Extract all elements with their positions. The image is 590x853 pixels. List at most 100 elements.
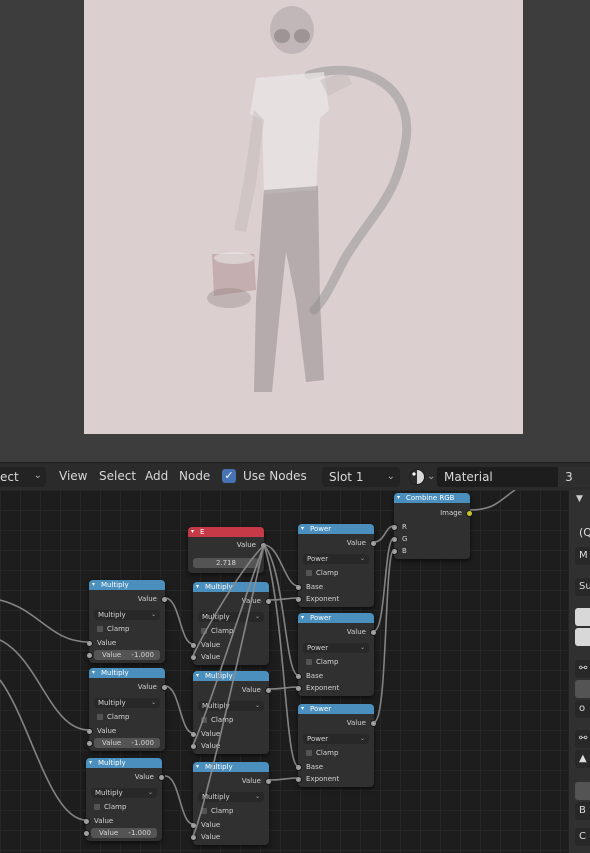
sidebar-icon-button[interactable] [575, 628, 590, 646]
output-socket[interactable] [265, 778, 272, 785]
clamp-checkbox[interactable] [201, 628, 207, 634]
sidebar-button[interactable]: Su [575, 578, 590, 596]
operation-dropdown[interactable]: Power ⌄ [303, 643, 369, 653]
input-socket[interactable] [83, 818, 90, 825]
node-combine-output-socket[interactable] [466, 510, 473, 517]
node-power-1[interactable]: Power Value Power ⌄ Clamp Base Exponent [295, 524, 377, 607]
operation-dropdown[interactable]: Multiply ⌄ [198, 612, 264, 622]
exponent-socket[interactable] [295, 776, 302, 783]
clamp-checkbox[interactable] [201, 717, 207, 723]
input-socket[interactable] [86, 740, 93, 747]
node-combine-socket-b[interactable] [391, 548, 398, 555]
exponent-socket[interactable] [295, 685, 302, 692]
node-power-header[interactable]: Power [298, 524, 374, 534]
node-power-header[interactable]: Power [298, 704, 374, 714]
node-power-header[interactable]: Power [298, 613, 374, 623]
base-socket[interactable] [295, 584, 302, 591]
node-multiply-left-3[interactable]: Multiply Value Multiply ⌄ Clamp Value Val… [83, 758, 165, 841]
material-user-count[interactable]: 3 [558, 467, 580, 487]
triangle-icon[interactable]: ▲ [575, 750, 590, 768]
sidebar-field[interactable] [575, 680, 590, 698]
clamp-checkbox[interactable] [201, 808, 207, 814]
node-multiply-header[interactable]: Multiply [193, 582, 269, 592]
operation-dropdown[interactable]: Power ⌄ [303, 734, 369, 744]
node-multiply-header[interactable]: Multiply [89, 668, 165, 678]
node-combine-socket-g[interactable] [391, 536, 398, 543]
link-icon[interactable]: ⚯ [575, 730, 590, 748]
sidebar-button[interactable]: B [575, 802, 590, 820]
sidebar-field[interactable] [575, 782, 590, 800]
operation-dropdown[interactable]: Multiply ⌄ [198, 701, 264, 711]
node-combine-header[interactable]: Combine RGB [394, 493, 470, 503]
material-sphere-icon[interactable] [408, 468, 426, 486]
use-nodes-checkbox[interactable]: ✓ [222, 469, 236, 483]
operation-dropdown[interactable]: Multiply ⌄ [94, 698, 160, 708]
input-socket[interactable] [190, 731, 197, 738]
node-power-2[interactable]: Power Value Power ⌄ Clamp Base Exponent [295, 613, 377, 696]
node-multiply-header[interactable]: Multiply [89, 580, 165, 590]
link-icon[interactable]: ⚯ [575, 660, 590, 678]
node-multiply-mid-3[interactable]: Multiply Value Multiply ⌄ Clamp Value Val… [190, 762, 272, 845]
render-viewport[interactable] [0, 0, 590, 462]
material-name-field[interactable]: Material [437, 467, 558, 487]
operation-dropdown[interactable]: Multiply ⌄ [91, 788, 157, 798]
sidebar-button[interactable]: C [575, 828, 590, 846]
input-socket[interactable] [190, 654, 197, 661]
operation-dropdown[interactable]: Multiply ⌄ [198, 792, 264, 802]
operation-dropdown[interactable]: Multiply ⌄ [94, 610, 160, 620]
menu-node[interactable]: Node [179, 469, 210, 483]
node-multiply-header[interactable]: Multiply [193, 671, 269, 681]
input-socket[interactable] [190, 834, 197, 841]
node-multiply-header[interactable]: Multiply [193, 762, 269, 772]
input-socket[interactable] [86, 640, 93, 647]
input-socket[interactable] [86, 728, 93, 735]
fake-user-shield-icon[interactable] [580, 467, 590, 487]
output-socket[interactable] [370, 629, 377, 636]
input-socket[interactable] [83, 830, 90, 837]
node-combine-rgb[interactable]: Combine RGB Image R G B [391, 493, 473, 559]
menu-select[interactable]: Select [99, 469, 136, 483]
output-socket[interactable] [158, 774, 165, 781]
chevron-down-icon[interactable]: ⌄ [427, 471, 435, 482]
input-socket[interactable] [190, 642, 197, 649]
value-field[interactable]: Value -1.000 [94, 650, 160, 660]
menu-add[interactable]: Add [145, 469, 168, 483]
editor-mode-dropdown[interactable]: ect ⌄ [0, 467, 46, 487]
node-e-value[interactable]: E Value 2.718 [188, 527, 267, 573]
clamp-checkbox[interactable] [94, 804, 100, 810]
menu-view[interactable]: View [59, 469, 87, 483]
use-nodes-label[interactable]: Use Nodes [243, 469, 307, 483]
clamp-checkbox[interactable] [306, 570, 312, 576]
output-socket[interactable] [161, 684, 168, 691]
output-socket[interactable] [265, 598, 272, 605]
node-multiply-left-1[interactable]: Multiply Value Multiply ⌄ Clamp Value Val… [86, 580, 168, 663]
node-e-output-socket[interactable] [260, 542, 267, 549]
clamp-checkbox[interactable] [97, 714, 103, 720]
value-field[interactable]: Value -1.000 [91, 828, 157, 838]
panel-collapse-icon[interactable]: ▼ [576, 494, 583, 504]
output-socket[interactable] [370, 720, 377, 727]
node-editor-canvas[interactable]: E Value 2.718 Combine RGB Image R G B Po… [0, 490, 568, 853]
sidebar-icon-button[interactable] [575, 608, 590, 626]
node-multiply-mid-1[interactable]: Multiply Value Multiply ⌄ Clamp Value Val… [190, 582, 272, 665]
clamp-checkbox[interactable] [97, 626, 103, 632]
slot-dropdown[interactable]: Slot 1 ⌄ [322, 467, 400, 487]
clamp-checkbox[interactable] [306, 659, 312, 665]
node-multiply-mid-2[interactable]: Multiply Value Multiply ⌄ Clamp Value Val… [190, 671, 272, 754]
node-power-3[interactable]: Power Value Power ⌄ Clamp Base Exponent [295, 704, 377, 787]
value-field[interactable]: Value -1.000 [94, 738, 160, 748]
base-socket[interactable] [295, 764, 302, 771]
node-combine-socket-r[interactable] [391, 524, 398, 531]
exponent-socket[interactable] [295, 596, 302, 603]
input-socket[interactable] [190, 822, 197, 829]
clamp-checkbox[interactable] [306, 750, 312, 756]
node-multiply-header[interactable]: Multiply [86, 758, 162, 768]
output-socket[interactable] [265, 687, 272, 694]
node-multiply-left-2[interactable]: Multiply Value Multiply ⌄ Clamp Value Val… [86, 668, 168, 751]
operation-dropdown[interactable]: Power ⌄ [303, 554, 369, 564]
sidebar-button[interactable]: o [575, 700, 590, 718]
node-e-header[interactable]: E [188, 527, 264, 537]
sidebar-button[interactable]: M [575, 547, 590, 565]
output-socket[interactable] [161, 596, 168, 603]
input-socket[interactable] [190, 743, 197, 750]
